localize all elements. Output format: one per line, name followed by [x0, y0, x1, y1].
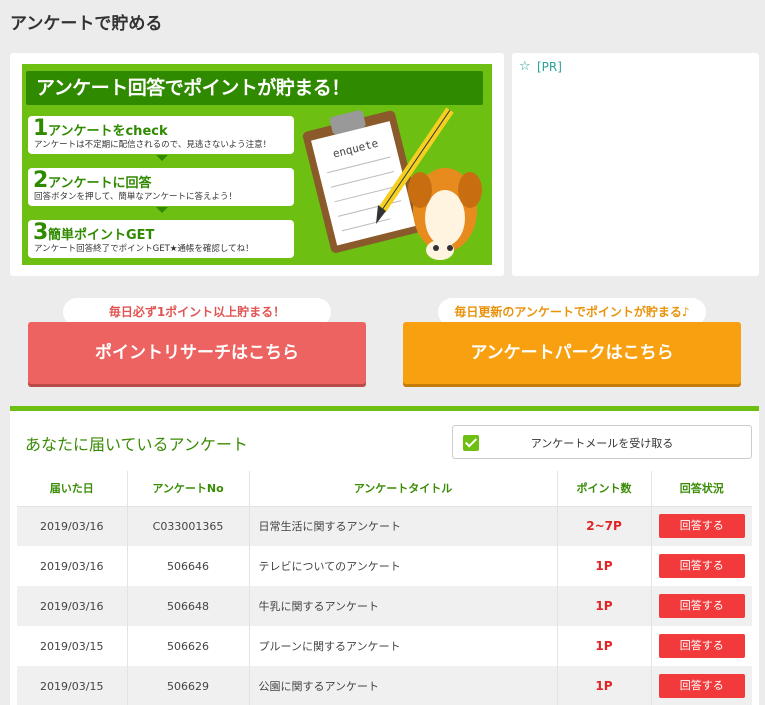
survey-mail-toggle[interactable]: アンケートメールを受け取る: [452, 425, 752, 459]
survey-banner-image[interactable]: アンケート回答でポイントが貯まる！ 1 アンケートをcheck アンケートは不定…: [22, 64, 492, 265]
answer-button[interactable]: 回答する: [658, 594, 745, 618]
row-status: 回答する: [651, 546, 752, 586]
table-row: 2019/03/16 C033001365 日常生活に関するアンケート 2~7P…: [17, 506, 752, 546]
column-header-title: アンケートタイトル: [249, 471, 558, 507]
column-header-no: アンケートNo: [127, 471, 250, 507]
row-date: 2019/03/15: [17, 666, 128, 705]
survey-list-panel: あなたに届いているアンケート アンケートメールを受け取る 届いた日 アンケートN…: [10, 406, 759, 705]
step-title: アンケートに回答: [48, 176, 152, 191]
row-no: 506646: [127, 546, 250, 586]
mascot-icon: [408, 168, 482, 260]
pr-ad-panel[interactable]: ☆ [PR]: [512, 53, 759, 276]
table-row: 2019/03/16 506648 牛乳に関するアンケート 1P 回答する: [17, 586, 752, 626]
table-row: 2019/03/16 506646 テレビについてのアンケート 1P 回答する: [17, 546, 752, 586]
table-row: 2019/03/15 506626 プルーンに関するアンケート 1P 回答する: [17, 626, 752, 666]
row-points: 1P: [557, 666, 652, 705]
clipboard-mascot-illustration: enquete: [302, 107, 482, 260]
row-points: 1P: [557, 546, 652, 586]
row-title: プルーンに関するアンケート: [249, 626, 558, 666]
row-date: 2019/03/16: [17, 586, 128, 626]
column-header-status: 回答状況: [651, 471, 752, 507]
row-date: 2019/03/15: [17, 626, 128, 666]
answer-button[interactable]: 回答する: [658, 674, 745, 698]
enquete-park-button[interactable]: アンケートパークはこちら: [403, 322, 741, 384]
row-status: 回答する: [651, 666, 752, 705]
column-header-points: ポイント数: [557, 471, 652, 507]
column-header-date: 届いた日: [17, 471, 128, 507]
step-title: アンケートをcheck: [48, 124, 168, 139]
answer-button[interactable]: 回答する: [658, 514, 745, 539]
row-no: 506648: [127, 586, 250, 626]
row-no: C033001365: [127, 506, 250, 546]
row-title: 公園に関するアンケート: [249, 666, 558, 705]
row-title: テレビについてのアンケート: [249, 546, 558, 586]
row-status: 回答する: [651, 506, 752, 546]
row-points: 1P: [557, 626, 652, 666]
step-title: 簡単ポイントGET: [48, 228, 155, 243]
survey-list-heading: あなたに届いているアンケート: [25, 435, 248, 454]
answer-button[interactable]: 回答する: [658, 554, 745, 578]
table-row: 2019/03/15 506629 公園に関するアンケート 1P 回答する: [17, 666, 752, 705]
banner-step-1: 1 アンケートをcheck アンケートは不定期に配信されるので、見逃さないよう注…: [28, 116, 294, 154]
step-description: アンケートは不定期に配信されるので、見逃さないよう注意！: [34, 140, 272, 150]
survey-table: 届いた日 アンケートNo アンケートタイトル ポイント数 回答状況 2019/0…: [17, 471, 752, 705]
row-status: 回答する: [651, 586, 752, 626]
answer-button[interactable]: 回答する: [658, 634, 745, 658]
row-no: 506629: [127, 666, 250, 705]
row-date: 2019/03/16: [17, 506, 128, 546]
banner-step-2: 2 アンケートに回答 回答ボタンを押して、簡単なアンケートに答えよう！: [28, 168, 294, 206]
step-arrow-icon: [156, 155, 168, 161]
banner-step-3: 3 簡単ポイントGET アンケート回答終了でポイントGET★通帳を確認してね！: [28, 220, 294, 258]
row-status: 回答する: [651, 626, 752, 666]
point-research-button[interactable]: ポイントリサーチはこちら: [28, 322, 366, 384]
survey-mail-label: アンケートメールを受け取る: [530, 437, 674, 450]
row-date: 2019/03/16: [17, 546, 128, 586]
page-title: アンケートで貯める: [10, 14, 163, 34]
star-icon[interactable]: ☆: [519, 59, 531, 74]
step-arrow-icon: [156, 207, 168, 213]
step-description: アンケート回答終了でポイントGET★通帳を確認してね！: [34, 244, 254, 254]
pr-label: [PR]: [537, 60, 562, 74]
row-no: 506626: [127, 626, 250, 666]
row-points: 2~7P: [557, 506, 652, 546]
banner-panel: アンケート回答でポイントが貯まる！ 1 アンケートをcheck アンケートは不定…: [10, 53, 504, 276]
step-description: 回答ボタンを押して、簡単なアンケートに答えよう！: [34, 192, 237, 202]
row-points: 1P: [557, 586, 652, 626]
row-title: 牛乳に関するアンケート: [249, 586, 558, 626]
row-title: 日常生活に関するアンケート: [249, 506, 558, 546]
table-header-row: 届いた日 アンケートNo アンケートタイトル ポイント数 回答状況: [17, 471, 752, 507]
